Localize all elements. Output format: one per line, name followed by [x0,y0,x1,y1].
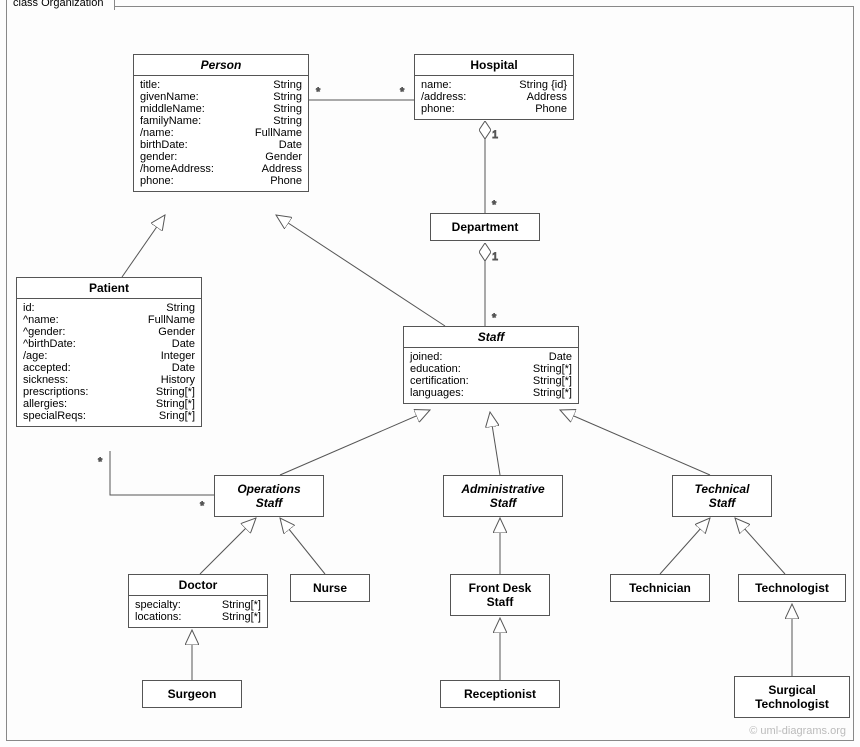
class-attrs: id:String ^name:FullName ^gender:Gender … [17,299,201,426]
class-title: Nurse [291,575,369,601]
frame-label: class Organization [6,0,115,10]
class-staff: Staff joined:Date education:String[*] ce… [403,326,579,404]
class-nurse: Nurse [290,574,370,602]
class-title: Staff [404,327,578,347]
class-hospital: Hospital name:String {id} /address:Addre… [414,54,574,120]
class-surgeon: Surgeon [142,680,242,708]
class-title: Patient [17,278,201,298]
class-technician: Technician [610,574,710,602]
class-title: Surgeon [143,681,241,707]
class-title: Technician [611,575,709,601]
class-attrs: specialty:String[*] locations:String[*] [129,596,267,627]
class-title: Doctor [129,575,267,595]
class-front-desk-staff: Front Desk Staff [450,574,550,616]
class-administrative-staff: Administrative Staff [443,475,563,517]
class-title: Receptionist [441,681,559,707]
watermark: © uml-diagrams.org [749,725,846,737]
class-title: Administrative Staff [444,476,562,516]
class-title: Surgical Technologist [735,677,849,717]
class-title: Hospital [415,55,573,75]
class-department: Department [430,213,540,241]
class-operations-staff: Operations Staff [214,475,324,517]
class-person: Person title:String givenName:String mid… [133,54,309,192]
class-doctor: Doctor specialty:String[*] locations:Str… [128,574,268,628]
class-title: Front Desk Staff [451,575,549,615]
class-attrs: title:String givenName:String middleName… [134,76,308,191]
class-attrs: joined:Date education:String[*] certific… [404,348,578,403]
class-title: Operations Staff [215,476,323,516]
uml-class-diagram: class Organization Person title:String g… [0,0,860,747]
class-technologist: Technologist [738,574,846,602]
class-technical-staff: Technical Staff [672,475,772,517]
class-title: Technologist [739,575,845,601]
class-attrs: name:String {id} /address:Address phone:… [415,76,573,119]
class-patient: Patient id:String ^name:FullName ^gender… [16,277,202,427]
class-receptionist: Receptionist [440,680,560,708]
class-surgical-technologist: Surgical Technologist [734,676,850,718]
class-title: Department [431,214,539,240]
class-title: Technical Staff [673,476,771,516]
class-title: Person [134,55,308,75]
